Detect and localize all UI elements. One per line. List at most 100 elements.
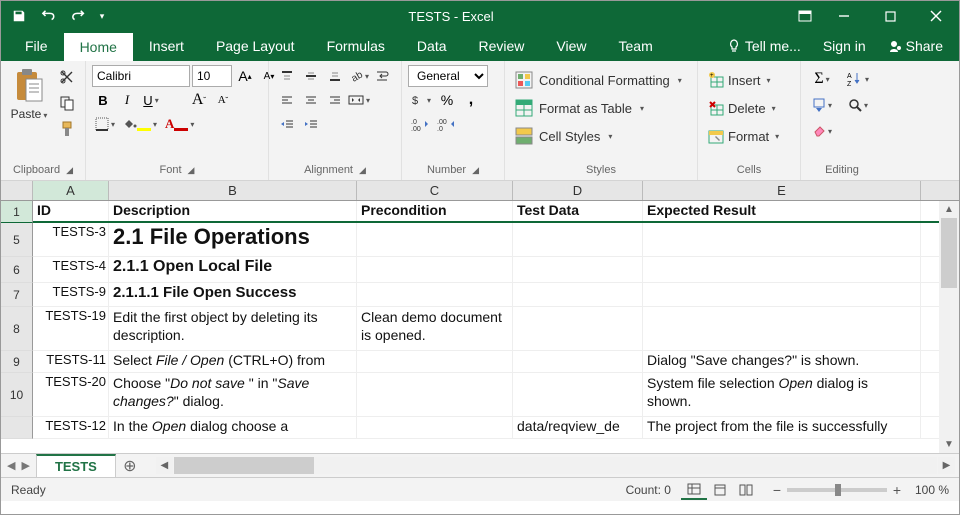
cell-styles-button[interactable]: Cell Styles: [511, 123, 691, 149]
wrap-text-button[interactable]: [371, 65, 395, 87]
tab-home[interactable]: Home: [64, 33, 133, 61]
cell[interactable]: TESTS-20: [33, 373, 109, 416]
autosum-button[interactable]: Σ: [807, 67, 837, 91]
cell[interactable]: [643, 283, 921, 306]
cell[interactable]: [513, 257, 643, 282]
column-header-e[interactable]: E: [643, 181, 921, 200]
maximize-button[interactable]: [867, 1, 913, 31]
align-bottom-button[interactable]: [323, 65, 347, 87]
cell[interactable]: In the Open dialog choose a: [109, 417, 357, 438]
insert-cells-button[interactable]: + Insert: [704, 67, 794, 93]
undo-button[interactable]: [35, 4, 63, 28]
find-select-button[interactable]: [843, 93, 873, 117]
minimize-button[interactable]: [821, 1, 867, 31]
scroll-right-button[interactable]: ▶: [938, 457, 955, 474]
borders-button[interactable]: [92, 113, 118, 135]
cell[interactable]: ID: [33, 201, 109, 221]
cell[interactable]: TESTS-3: [33, 223, 109, 256]
row-header[interactable]: 10: [1, 373, 33, 417]
normal-view-button[interactable]: [681, 480, 707, 500]
column-header-a[interactable]: A: [33, 181, 109, 200]
increase-indent-button[interactable]: [299, 113, 323, 135]
zoom-slider[interactable]: − +: [769, 482, 905, 498]
shrink-font-a-small[interactable]: A˘: [212, 89, 234, 111]
cell[interactable]: Edit the first object by deleting its de…: [109, 307, 357, 350]
vscroll-thumb[interactable]: [941, 218, 957, 288]
tab-view[interactable]: View: [540, 31, 602, 61]
tab-file[interactable]: File: [9, 31, 64, 61]
tab-insert[interactable]: Insert: [133, 31, 200, 61]
zoom-out-button[interactable]: −: [769, 482, 785, 498]
scroll-left-button[interactable]: ◀: [156, 457, 173, 474]
cell[interactable]: [513, 283, 643, 306]
delete-cells-button[interactable]: Delete: [704, 95, 794, 121]
number-launcher-icon[interactable]: ◢: [472, 165, 479, 176]
row-header[interactable]: 5: [1, 223, 33, 257]
comma-style-button[interactable]: ,: [460, 89, 482, 111]
cell[interactable]: Select File / Open (CTRL+O) from: [109, 351, 357, 372]
cell[interactable]: [357, 257, 513, 282]
tab-review[interactable]: Review: [463, 31, 541, 61]
cell[interactable]: [357, 351, 513, 372]
align-middle-button[interactable]: [299, 65, 323, 87]
sheet-next-button[interactable]: ▶: [21, 459, 29, 472]
sheet-prev-button[interactable]: ◀: [7, 459, 15, 472]
cell[interactable]: The project from the file is successfull…: [643, 417, 921, 438]
cell[interactable]: [513, 223, 643, 256]
bold-button[interactable]: B: [92, 89, 114, 111]
column-header-c[interactable]: C: [357, 181, 513, 200]
row-header[interactable]: 9: [1, 351, 33, 373]
cell[interactable]: [357, 373, 513, 416]
scroll-down-button[interactable]: ▼: [939, 436, 959, 453]
cell[interactable]: TESTS-12: [33, 417, 109, 438]
cell[interactable]: Clean demo document is opened.: [357, 307, 513, 350]
cell[interactable]: 2.1.1 Open Local File: [109, 257, 357, 282]
row-header[interactable]: 7: [1, 283, 33, 307]
horizontal-scrollbar[interactable]: ◀ ▶: [144, 454, 959, 477]
orientation-button[interactable]: ab: [347, 65, 371, 87]
cell[interactable]: [513, 307, 643, 350]
accounting-format-button[interactable]: $: [408, 89, 434, 111]
increase-font-button[interactable]: A▴: [234, 65, 256, 87]
page-layout-view-button[interactable]: [707, 480, 733, 500]
font-name-combo[interactable]: [92, 65, 190, 87]
row-header[interactable]: [1, 417, 33, 439]
cell[interactable]: Dialog "Save changes?" is shown.: [643, 351, 921, 372]
paste-button[interactable]: Paste: [7, 65, 51, 123]
close-button[interactable]: [913, 1, 959, 31]
hscroll-track[interactable]: [174, 457, 937, 474]
share-button[interactable]: Share: [880, 38, 951, 54]
save-button[interactable]: [5, 4, 33, 28]
number-format-combo[interactable]: General: [408, 65, 488, 87]
clear-button[interactable]: [807, 119, 837, 143]
alignment-launcher-icon[interactable]: ◢: [359, 165, 366, 176]
tab-team[interactable]: Team: [603, 31, 669, 61]
format-as-table-button[interactable]: Format as Table: [511, 95, 691, 121]
cell[interactable]: [357, 223, 513, 256]
cell[interactable]: Choose "Do not save " in "Save changes?"…: [109, 373, 357, 416]
cell[interactable]: [513, 373, 643, 416]
hscroll-thumb[interactable]: [174, 457, 314, 474]
cell[interactable]: 2.1.1.1 File Open Success: [109, 283, 357, 306]
underline-button[interactable]: U: [140, 89, 162, 111]
cell[interactable]: Test Data: [513, 201, 643, 221]
fill-color-button[interactable]: [120, 113, 160, 135]
column-header-d[interactable]: D: [513, 181, 643, 200]
row-header[interactable]: 6: [1, 257, 33, 283]
cell[interactable]: Description: [109, 201, 357, 221]
italic-button[interactable]: I: [116, 89, 138, 111]
cell[interactable]: TESTS-19: [33, 307, 109, 350]
scroll-up-button[interactable]: ▲: [939, 201, 959, 218]
column-header-b[interactable]: B: [109, 181, 357, 200]
cell[interactable]: System file selection Open dialog is sho…: [643, 373, 921, 416]
select-all-corner[interactable]: [1, 181, 33, 200]
format-painter-button[interactable]: [55, 117, 79, 141]
cell[interactable]: 2.1 File Operations: [109, 223, 357, 256]
fill-button[interactable]: [807, 93, 837, 117]
percent-style-button[interactable]: %: [436, 89, 458, 111]
cell[interactable]: TESTS-11: [33, 351, 109, 372]
font-color-button[interactable]: A: [162, 113, 197, 135]
cell[interactable]: [643, 307, 921, 350]
format-cells-button[interactable]: Format: [704, 123, 794, 149]
zoom-track[interactable]: [787, 488, 887, 492]
